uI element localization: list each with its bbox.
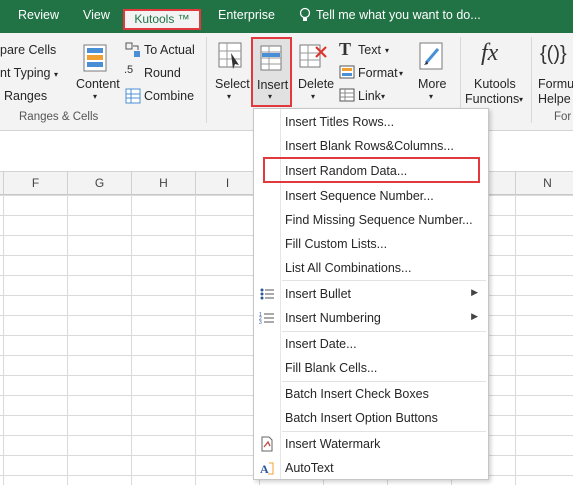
menu-separator xyxy=(282,280,486,281)
menu-item-label: Insert Blank Rows&Columns... xyxy=(285,139,454,153)
autotext-icon: A xyxy=(259,460,275,476)
group-separator xyxy=(531,37,532,123)
insert-label: Insert xyxy=(257,78,289,92)
menu-item-label: List All Combinations... xyxy=(285,261,412,275)
dropdown-arrow-icon: ▾ xyxy=(381,92,386,101)
menu-item-insert-watermark[interactable]: Insert Watermark xyxy=(254,433,488,455)
menu-item-label: Batch Insert Option Buttons xyxy=(285,411,438,425)
combine-button[interactable]: Combine xyxy=(144,89,194,103)
menu-item-batch-insert-check-boxes[interactable]: Batch Insert Check Boxes xyxy=(254,383,488,405)
menu-item-fill-blank-cells[interactable]: Fill Blank Cells... xyxy=(254,357,488,379)
select-button[interactable]: Select xyxy=(215,77,250,91)
menu-item-label: Find Missing Sequence Number... xyxy=(285,213,473,227)
delete-icon xyxy=(298,41,328,74)
menu-item-label: AutoText xyxy=(285,461,334,475)
submenu-arrow-icon: ▶ xyxy=(471,311,478,321)
numbered-list-icon: 123 xyxy=(259,310,275,326)
group-separator xyxy=(206,37,207,123)
functions-icon: fx xyxy=(481,40,499,66)
content-icon xyxy=(82,43,108,76)
formula-helper-label-2[interactable]: Helpe xyxy=(538,92,571,106)
ribbon-tab-bar: Review View Kutools ™ Enterprise Tell me… xyxy=(0,0,573,33)
text-icon: T xyxy=(339,39,352,59)
dropdown-arrow-icon: ▾ xyxy=(268,92,273,101)
watermark-icon xyxy=(259,436,275,452)
menu-separator xyxy=(282,331,486,332)
to-actual-button[interactable]: To Actual xyxy=(144,43,195,57)
column-header[interactable]: I xyxy=(196,172,260,194)
compare-cells-button[interactable]: pare Cells xyxy=(0,43,56,57)
menu-item-label: Insert Watermark xyxy=(285,437,381,451)
link-icon xyxy=(339,88,355,105)
menu-item-label: Batch Insert Check Boxes xyxy=(285,387,429,401)
highlight-box xyxy=(263,157,480,183)
more-icon xyxy=(418,41,446,74)
dropdown-arrow-icon: ▾ xyxy=(311,92,316,101)
menu-separator xyxy=(282,431,486,432)
menu-item-insert-blank-rows-columns[interactable]: Insert Blank Rows&Columns... xyxy=(254,135,488,157)
insert-button[interactable]: Insert ▾ xyxy=(251,37,292,107)
submenu-arrow-icon: ▶ xyxy=(471,287,478,297)
svg-text:3: 3 xyxy=(259,320,262,326)
menu-item-label: Insert Numbering xyxy=(285,311,381,325)
bullet-list-icon xyxy=(259,286,275,302)
dropdown-arrow-icon: ▾ xyxy=(519,95,524,104)
tab-review[interactable]: Review xyxy=(18,8,59,22)
menu-item-find-missing-sequence-number[interactable]: Find Missing Sequence Number... xyxy=(254,209,488,231)
lightbulb-icon xyxy=(299,7,311,26)
column-header[interactable]: F xyxy=(4,172,68,194)
menu-item-fill-custom-lists[interactable]: Fill Custom Lists... xyxy=(254,233,488,255)
kutools-functions-label-2[interactable]: Functions xyxy=(465,92,519,106)
menu-item-label: Insert Sequence Number... xyxy=(285,189,434,203)
format-icon xyxy=(339,65,355,82)
group-label-ranges-cells: Ranges & Cells xyxy=(19,111,99,123)
column-header[interactable]: G xyxy=(68,172,132,194)
menu-item-insert-date[interactable]: Insert Date... xyxy=(254,333,488,355)
dropdown-arrow-icon: ▾ xyxy=(385,46,390,55)
svg-text:A: A xyxy=(260,462,269,476)
menu-item-autotext[interactable]: A AutoText xyxy=(254,457,488,479)
tab-enterprise[interactable]: Enterprise xyxy=(218,8,275,22)
menu-item-label: Insert Date... xyxy=(285,337,357,351)
kutools-functions-label-1[interactable]: Kutools xyxy=(474,77,516,91)
menu-item-insert-bullet[interactable]: Insert Bullet ▶ xyxy=(254,283,488,305)
menu-item-insert-titles-rows[interactable]: Insert Titles Rows... xyxy=(254,111,488,133)
tab-kutools[interactable]: Kutools ™ xyxy=(123,9,201,30)
group-label-formula: For xyxy=(554,111,572,123)
dropdown-arrow-icon: ▾ xyxy=(93,92,98,101)
menu-item-label: Fill Custom Lists... xyxy=(285,237,388,251)
text-button[interactable]: Text xyxy=(358,43,381,57)
menu-separator xyxy=(282,381,486,382)
formula-helper-label-1[interactable]: Formu xyxy=(538,77,573,91)
formula-helper-icon: {()} xyxy=(540,43,567,65)
menu-item-batch-insert-option-buttons[interactable]: Batch Insert Option Buttons xyxy=(254,407,488,429)
insert-icon xyxy=(259,44,285,77)
to-actual-icon xyxy=(125,42,141,61)
menu-item-insert-numbering[interactable]: 123 Insert Numbering ▶ xyxy=(254,307,488,329)
prevent-typing-button[interactable]: nt Typing xyxy=(0,66,51,80)
delete-button[interactable]: Delete xyxy=(298,77,334,91)
link-button[interactable]: Link xyxy=(358,89,381,103)
menu-item-label: Insert Bullet xyxy=(285,287,352,301)
dropdown-arrow-icon: ▾ xyxy=(54,70,59,79)
menu-item-list-all-combinations[interactable]: List All Combinations... xyxy=(254,257,488,279)
round-button[interactable]: Round xyxy=(144,66,181,80)
menu-item-insert-sequence-number[interactable]: Insert Sequence Number... xyxy=(254,185,488,207)
dropdown-arrow-icon: ▾ xyxy=(399,69,404,78)
round-icon: .5 xyxy=(124,64,134,76)
dropdown-arrow-icon: ▾ xyxy=(429,92,434,101)
select-icon xyxy=(217,41,245,74)
combine-icon xyxy=(125,88,141,107)
tell-me-search[interactable]: Tell me what you want to do... xyxy=(316,8,481,22)
dropdown-arrow-icon: ▾ xyxy=(227,92,232,101)
menu-item-label: Fill Blank Cells... xyxy=(285,361,378,375)
more-button[interactable]: More xyxy=(418,77,446,91)
column-header[interactable]: H xyxy=(132,172,196,194)
format-button[interactable]: Format xyxy=(358,66,398,80)
content-button[interactable]: Content xyxy=(76,77,120,91)
tab-view[interactable]: View xyxy=(83,8,110,22)
column-header[interactable]: N xyxy=(516,172,573,194)
ranges-button[interactable]: Ranges xyxy=(4,89,47,103)
menu-item-label: Insert Titles Rows... xyxy=(285,115,395,129)
